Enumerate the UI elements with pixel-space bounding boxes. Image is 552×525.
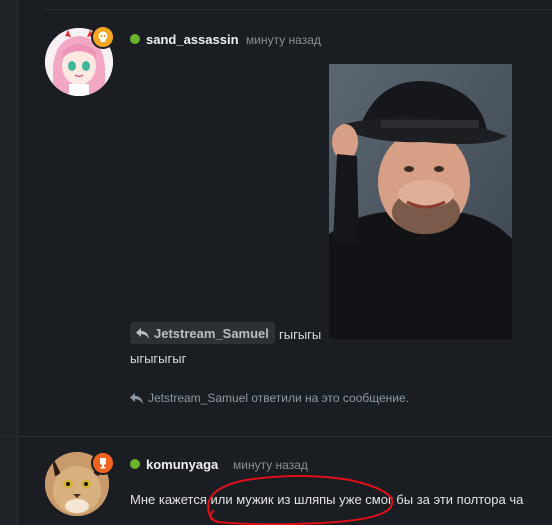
online-status-icon xyxy=(130,459,140,469)
online-status-icon xyxy=(130,34,140,44)
reply-arrow-icon xyxy=(130,392,143,404)
message-text: Мне кажется или мужик из шляпы уже смог … xyxy=(130,492,524,507)
reply-to-username: Jetstream_Samuel xyxy=(154,325,269,341)
timestamp[interactable]: минуту назад xyxy=(233,458,308,472)
reply-arrow-icon xyxy=(136,327,149,339)
username[interactable]: komunyaga xyxy=(146,457,218,472)
left-rail xyxy=(0,0,18,525)
reply-chip[interactable]: Jetstream_Samuel xyxy=(130,322,275,344)
message-separator xyxy=(0,436,552,437)
replied-note[interactable]: Jetstream_Samuel ответили на это сообщен… xyxy=(130,391,409,405)
skull-icon xyxy=(91,25,115,49)
timestamp[interactable]: минуту назад xyxy=(246,33,321,47)
message-image[interactable] xyxy=(329,64,512,339)
username[interactable]: sand_assassin xyxy=(146,32,239,47)
replied-note-text: Jetstream_Samuel ответили на это сообщен… xyxy=(148,391,410,405)
top-divider xyxy=(44,9,552,10)
trophy-icon xyxy=(91,451,115,475)
message-text: гыгыгы xyxy=(279,327,322,342)
message-text-line-2: ыгыгыгыг xyxy=(130,351,187,366)
